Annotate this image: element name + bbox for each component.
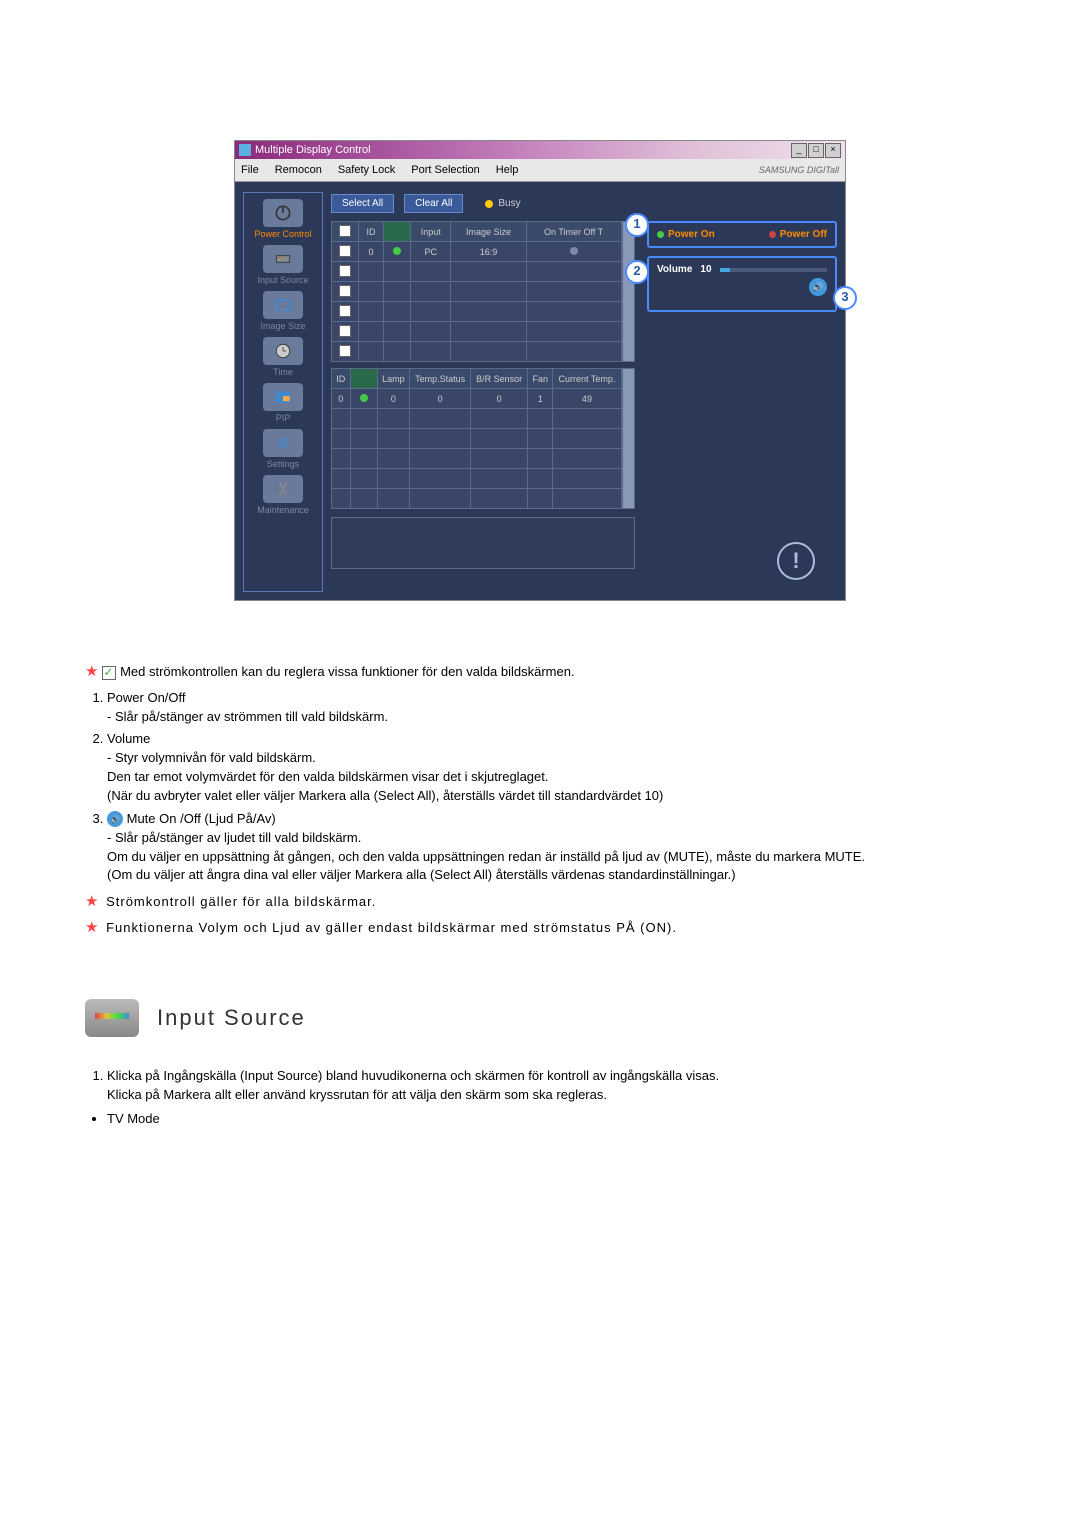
star-icon: ★ [85, 893, 98, 910]
info-icon: ! [777, 542, 815, 580]
table-row[interactable] [332, 469, 622, 489]
menu-safetylock[interactable]: Safety Lock [338, 164, 395, 176]
busy-dot-icon [485, 200, 493, 208]
sidebar-item-input[interactable]: Input Source [244, 245, 322, 285]
power-panel: 1 Power On Power Off [647, 221, 837, 248]
checkbox-icon [102, 666, 116, 680]
app-icon [239, 144, 251, 156]
table-row[interactable] [332, 429, 622, 449]
list-item: Klicka på Ingångskälla (Input Source) bl… [107, 1067, 995, 1105]
imagesize-icon [263, 291, 303, 319]
volume-slider[interactable] [720, 268, 827, 272]
menu-portselection[interactable]: Port Selection [411, 164, 479, 176]
status-grid: ID Lamp Temp.Status B/R Sensor Fan Curre… [331, 368, 622, 509]
list-item: TV Mode [107, 1110, 995, 1129]
star-icon: ★ [85, 919, 98, 936]
pip-icon [263, 383, 303, 411]
callout-1: 1 [625, 213, 649, 237]
callout-3: 3 [833, 286, 857, 310]
table-row[interactable] [332, 489, 622, 509]
sidebar-item-imagesize[interactable]: Image Size [244, 291, 322, 331]
mute-button[interactable]: 🔊 [809, 278, 827, 296]
sidebar-item-settings[interactable]: Settings [244, 429, 322, 469]
timer-led-icon [570, 247, 578, 255]
status-led-icon [360, 394, 368, 402]
sidebar-item-time[interactable]: Time [244, 337, 322, 377]
brand-label: SAMSUNG DIGITall [759, 165, 839, 175]
row-checkbox[interactable] [339, 245, 351, 257]
volume-label: Volume [657, 264, 692, 275]
section-header: Input Source [85, 999, 995, 1037]
table-row[interactable]: 0 0 0 0 1 49 [332, 389, 622, 409]
scrollbar[interactable] [622, 368, 635, 509]
sidebar-item-maintenance[interactable]: Maintenance [244, 475, 322, 515]
input-icon [263, 245, 303, 273]
minimize-button[interactable]: _ [791, 143, 807, 158]
table-row[interactable] [332, 262, 622, 282]
table-row[interactable] [332, 342, 622, 362]
menu-file[interactable]: File [241, 164, 259, 176]
mute-icon: 🔊 [107, 811, 123, 827]
menu-remocon[interactable]: Remocon [275, 164, 322, 176]
window-title: Multiple Display Control [255, 144, 371, 156]
menu-help[interactable]: Help [496, 164, 519, 176]
list-item: Power On/Off - Slår på/stänger av strömm… [107, 689, 995, 727]
power-off-button[interactable]: Power Off [769, 229, 827, 240]
volume-value: 10 [700, 264, 711, 275]
list-item: Volume - Styr volymnivån för vald bildsk… [107, 730, 995, 805]
titlebar: Multiple Display Control _ □ × [235, 141, 845, 159]
table-row[interactable] [332, 302, 622, 322]
star-icon: ★ [85, 663, 98, 680]
power-on-button[interactable]: Power On [657, 229, 715, 240]
maximize-button[interactable]: □ [808, 143, 824, 158]
close-button[interactable]: × [825, 143, 841, 158]
status-led-icon [393, 247, 401, 255]
section-title: Input Source [157, 1005, 306, 1031]
table-row[interactable]: 0 PC 16:9 [332, 242, 622, 262]
busy-indicator: Busy [485, 198, 520, 209]
display-grid: ID Input Image Size On Timer Off T 0 PC [331, 221, 622, 362]
list-item: 🔊 Mute On /Off (Ljud På/Av) - Slår på/st… [107, 810, 995, 885]
status-bar [331, 517, 635, 569]
callout-2: 2 [625, 260, 649, 284]
power-icon [263, 199, 303, 227]
clear-all-button[interactable]: Clear All [404, 194, 463, 213]
maintenance-icon [263, 475, 303, 503]
sidebar: Power Control Input Source Image Size Ti… [243, 192, 323, 592]
select-all-button[interactable]: Select All [331, 194, 394, 213]
app-window: Multiple Display Control _ □ × File Remo… [234, 140, 846, 601]
settings-icon [263, 429, 303, 457]
sidebar-item-power[interactable]: Power Control [244, 199, 322, 239]
document-body: ★ Med strömkontrollen kan du reglera vis… [85, 661, 995, 1129]
table-row[interactable] [332, 282, 622, 302]
volume-panel: 2 Volume 10 🔊 3 [647, 256, 837, 312]
table-row[interactable] [332, 322, 622, 342]
table-row[interactable] [332, 409, 622, 429]
menubar: File Remocon Safety Lock Port Selection … [235, 159, 845, 182]
status-header-icon [384, 222, 411, 242]
time-icon [263, 337, 303, 365]
header-checkbox[interactable] [339, 225, 351, 237]
input-source-icon [85, 999, 139, 1037]
scrollbar[interactable] [622, 221, 635, 362]
sidebar-item-pip[interactable]: PIP [244, 383, 322, 423]
table-row[interactable] [332, 449, 622, 469]
